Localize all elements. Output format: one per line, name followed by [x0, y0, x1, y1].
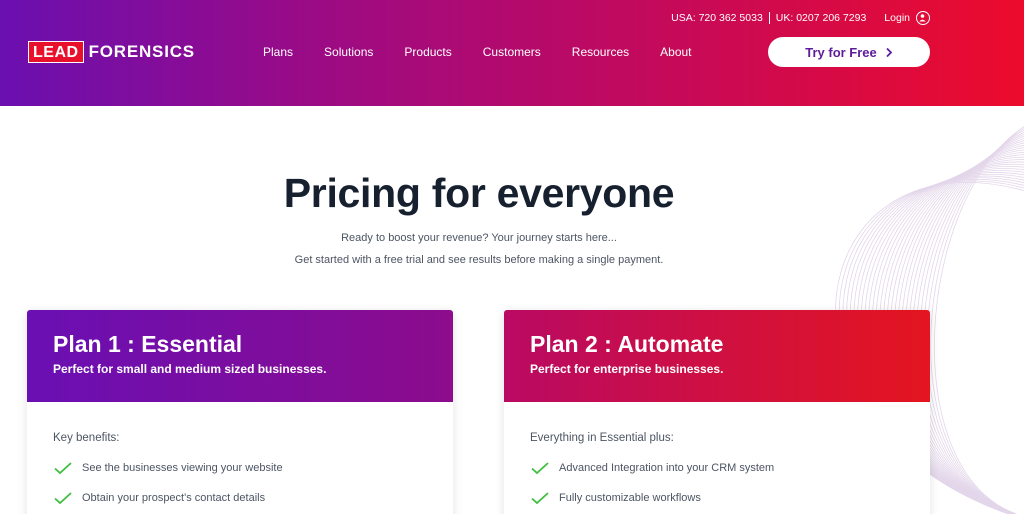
main-nav: Plans Solutions Products Customers Resou…	[263, 44, 723, 60]
nav-solutions[interactable]: Solutions	[324, 44, 373, 60]
login-link[interactable]: Login	[884, 11, 930, 25]
plan-card-body: Everything in Essential plus: Advanced I…	[504, 402, 930, 506]
login-label: Login	[884, 12, 910, 24]
check-icon	[54, 492, 72, 505]
page-title: Pricing for everyone	[283, 170, 675, 216]
plan-card-essential: Plan 1 : Essential Perfect for small and…	[27, 310, 453, 514]
plan-title: Plan 1 : Essential	[53, 331, 243, 357]
benefits-label: Everything in Essential plus:	[530, 432, 674, 444]
nav-customers[interactable]: Customers	[483, 44, 541, 60]
benefit-text: Obtain your prospect's contact details	[82, 492, 266, 504]
benefit-item: Fully customizable workflows	[530, 490, 904, 506]
chevron-right-icon	[886, 47, 893, 57]
benefit-text: Advanced Integration into your CRM syste…	[559, 462, 775, 474]
hero-subtitle-2: Get started with a free trial and see re…	[294, 254, 664, 266]
nav-products[interactable]: Products	[404, 44, 451, 60]
nav-about[interactable]: About	[660, 44, 691, 60]
site-header: USA: 720 362 5033 UK: 0207 206 7293 Logi…	[0, 0, 1024, 106]
plan-card-body: Key benefits: See the businesses viewing…	[27, 402, 453, 506]
top-contact-bar: USA: 720 362 5033 UK: 0207 206 7293 Logi…	[671, 10, 930, 26]
logo-forensics-text: FORENSICS	[88, 42, 195, 61]
plan-card-header: Plan 2 : Automate Perfect for enterprise…	[504, 310, 930, 402]
logo-lead-text: LEAD	[28, 41, 84, 63]
plan-card-header: Plan 1 : Essential Perfect for small and…	[27, 310, 453, 402]
benefit-item: Obtain your prospect's contact details	[53, 490, 427, 506]
try-for-free-button[interactable]: Try for Free	[768, 37, 930, 67]
plan-tagline: Perfect for enterprise businesses.	[530, 362, 724, 376]
check-icon	[531, 462, 549, 475]
benefit-item: See the businesses viewing your website	[53, 460, 427, 476]
nav-plans[interactable]: Plans	[263, 44, 293, 60]
benefits-label: Key benefits:	[53, 432, 120, 444]
benefit-text: Fully customizable workflows	[559, 492, 701, 504]
phone-uk-link[interactable]: UK: 0207 206 7293	[776, 12, 867, 24]
benefit-item: Advanced Integration into your CRM syste…	[530, 460, 904, 476]
try-for-free-label: Try for Free	[805, 44, 877, 60]
check-icon	[531, 492, 549, 505]
divider	[768, 12, 770, 24]
phone-usa-link[interactable]: USA: 720 362 5033	[671, 12, 763, 24]
lead-forensics-logo[interactable]: LEAD FORENSICS	[28, 41, 195, 63]
benefit-text: See the businesses viewing your website	[82, 462, 283, 474]
plan-card-automate: Plan 2 : Automate Perfect for enterprise…	[504, 310, 930, 514]
plan-tagline: Perfect for small and medium sized busin…	[53, 362, 327, 376]
check-icon	[54, 462, 72, 475]
user-icon	[916, 11, 930, 25]
nav-resources[interactable]: Resources	[572, 44, 629, 60]
hero-subtitle-1: Ready to boost your revenue? Your journe…	[341, 232, 617, 244]
plan-title: Plan 2 : Automate	[530, 331, 724, 357]
